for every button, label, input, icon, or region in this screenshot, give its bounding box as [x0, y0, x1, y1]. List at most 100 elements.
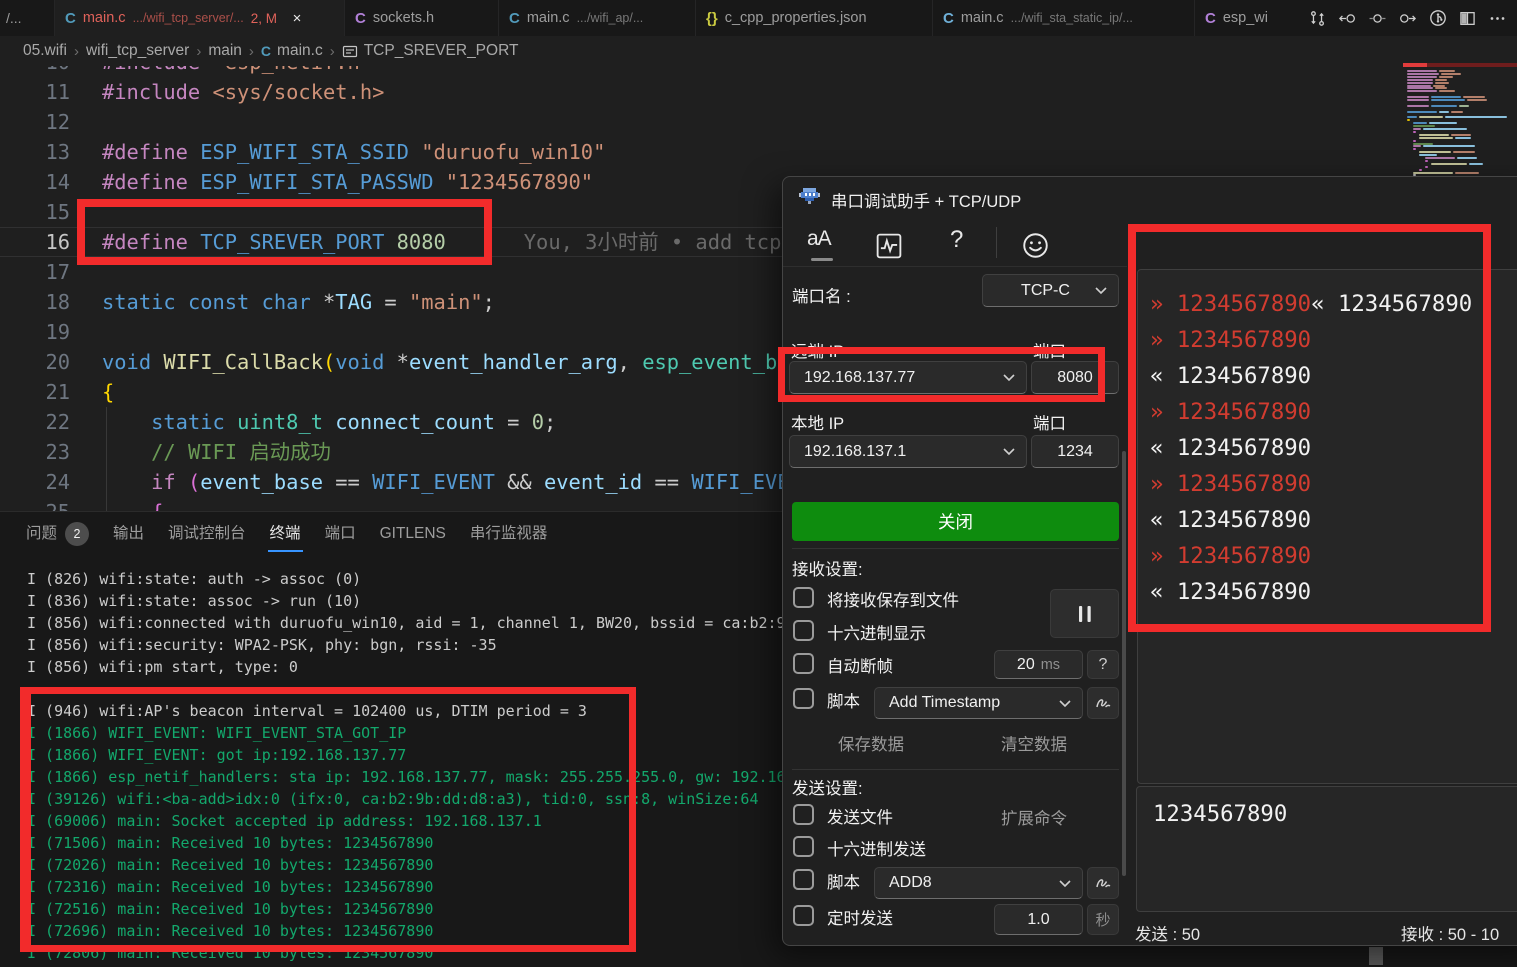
- save-to-file-checkbox[interactable]: [793, 587, 814, 608]
- tab-label: esp_wi: [1223, 10, 1268, 26]
- breadcrumb-separator-icon: ›: [74, 43, 79, 60]
- recv-script-edit-button[interactable]: [1087, 687, 1119, 719]
- panel-tab-label: 问题: [26, 516, 57, 552]
- panel-tab-问题[interactable]: 问题2: [26, 516, 89, 552]
- minimap[interactable]: [1403, 63, 1517, 176]
- close-tab-icon[interactable]: ×: [287, 8, 307, 28]
- symbol-icon: [342, 44, 358, 59]
- tab-overflow[interactable]: /...: [0, 0, 55, 36]
- previous-change-icon[interactable]: [1336, 7, 1359, 30]
- send-script-edit-button[interactable]: [1087, 867, 1119, 899]
- tool-title: 串口调试助手 + TCP/UDP: [831, 188, 1021, 212]
- hex-send-checkbox[interactable]: [793, 836, 814, 857]
- panel-tab-端口[interactable]: 端口: [325, 516, 356, 552]
- serial-app-icon: [799, 187, 820, 210]
- tab-label: c_cpp_properties.json: [725, 10, 867, 26]
- line-number: 19: [0, 317, 70, 347]
- status-sent-count: 发送 : 50: [1135, 921, 1200, 945]
- breadcrumb-separator-icon: ›: [196, 43, 201, 60]
- panel-tab-调试控制台[interactable]: 调试控制台: [168, 516, 246, 552]
- editor-tab-sockets.h[interactable]: Csockets.h: [345, 0, 499, 36]
- local-port-label: 端口: [1033, 410, 1066, 434]
- ext-cmd-link[interactable]: 扩展命令: [1001, 805, 1067, 829]
- line-number: 11: [0, 77, 70, 107]
- breadcrumb-item[interactable]: wifi_tcp_server: [86, 42, 189, 60]
- git-compare-icon[interactable]: [1306, 7, 1329, 30]
- panel-tab-label: GITLENS: [380, 516, 446, 552]
- editor-tab-main.c.../wifi_tcp_server/...[interactable]: Cmain.c.../wifi_tcp_server/...2, M×: [55, 0, 345, 36]
- next-change-icon[interactable]: [1396, 7, 1419, 30]
- section-divider: [792, 548, 1119, 549]
- send-file-label: 发送文件: [827, 804, 893, 828]
- toolbar-divider: [783, 266, 1127, 267]
- toolbar-separator: [996, 227, 997, 258]
- split-editor-icon[interactable]: [1456, 7, 1479, 30]
- section-divider: [792, 769, 1119, 770]
- line-number: 21: [0, 377, 70, 407]
- interval-input[interactable]: 1.0: [994, 904, 1083, 935]
- annotation-rect-terminal-log: [20, 687, 636, 952]
- line-number: 22: [0, 407, 70, 437]
- receive-settings-label: 接收设置:: [792, 556, 863, 580]
- interval-unit-button: 秒: [1087, 904, 1119, 935]
- frame-ms-input[interactable]: 20ms: [994, 650, 1083, 679]
- recv-script-label: 脚本: [827, 688, 860, 712]
- breadcrumb-symbol[interactable]: TCP_SREVER_PORT: [364, 42, 519, 60]
- line-number: 23: [0, 437, 70, 467]
- panel-tab-GITLENS[interactable]: GITLENS: [380, 516, 446, 552]
- panel-tab-终端[interactable]: 终端: [270, 516, 301, 552]
- terminal-scrollbar-thumb[interactable]: [1369, 947, 1383, 965]
- editor-tab-main.c.../wifi_ap/...[interactable]: Cmain.c.../wifi_ap/...: [499, 0, 696, 36]
- line-number: 12: [0, 107, 70, 137]
- send-script-select[interactable]: ADD8: [874, 867, 1083, 899]
- hex-display-checkbox[interactable]: [793, 620, 814, 641]
- breadcrumb-item[interactable]: 05.wifi: [23, 42, 67, 60]
- local-port-input[interactable]: 1234: [1031, 435, 1119, 468]
- port-name-label: 端口名 :: [792, 283, 851, 307]
- history-icon[interactable]: [1426, 7, 1449, 30]
- panel-tab-输出[interactable]: 输出: [113, 516, 144, 552]
- line-number: 14: [0, 167, 70, 197]
- save-data-link[interactable]: 保存数据: [838, 731, 904, 755]
- c-file-icon: C: [355, 10, 366, 27]
- minimap-red-marker-hot: [1403, 63, 1427, 67]
- c-file-icon: C: [65, 10, 76, 27]
- frame-help-button[interactable]: ?: [1087, 650, 1119, 679]
- send-script-checkbox[interactable]: [793, 869, 814, 890]
- tab-label: main.c: [83, 10, 126, 26]
- breadcrumb-file[interactable]: main.c: [277, 42, 323, 60]
- clear-data-link[interactable]: 清空数据: [1001, 731, 1067, 755]
- send-text: 1234567890: [1153, 801, 1517, 827]
- emoji-icon[interactable]: [1022, 232, 1049, 264]
- line-number: 25: [0, 497, 70, 511]
- auto-frame-checkbox[interactable]: [793, 653, 814, 674]
- pause-button[interactable]: [1050, 589, 1119, 638]
- c-file-icon: C: [509, 10, 520, 27]
- tab-label: main.c: [527, 10, 570, 26]
- editor-tab-main.c.../wifi_sta_static_ip/...[interactable]: Cmain.c.../wifi_sta_static_ip/...: [933, 0, 1195, 36]
- font-settings-icon[interactable]: aA: [807, 227, 831, 251]
- send-data-area[interactable]: 1234567890: [1136, 786, 1517, 912]
- recv-script-select[interactable]: Add Timestamp: [874, 687, 1083, 719]
- c-file-icon: C: [261, 43, 271, 59]
- change-icon[interactable]: [1366, 7, 1389, 30]
- local-ip-select[interactable]: 192.168.137.1: [789, 435, 1027, 468]
- timed-send-checkbox[interactable]: [793, 905, 814, 926]
- panel-tab-label: 端口: [325, 516, 356, 552]
- recv-script-checkbox[interactable]: [793, 688, 814, 709]
- panel-tab-串行监视器[interactable]: 串行监视器: [470, 516, 548, 552]
- line-number: 18: [0, 287, 70, 317]
- editor-tab-esp_wi[interactable]: Cesp_wi: [1195, 0, 1305, 36]
- font-settings-active-underline: [811, 258, 833, 261]
- annotation-rect-remote-ip: [778, 347, 1105, 402]
- port-name-select[interactable]: TCP-C: [982, 274, 1119, 307]
- code-line-13: 13#define ESP_WIFI_STA_SSID "duruofu_win…: [0, 137, 1403, 167]
- breadcrumb-item[interactable]: main: [208, 42, 242, 60]
- help-icon[interactable]: ?: [950, 226, 963, 254]
- chart-icon[interactable]: [876, 233, 902, 264]
- close-connection-button[interactable]: 关闭: [792, 502, 1119, 541]
- tool-scrollbar[interactable]: [1122, 451, 1126, 876]
- send-file-checkbox[interactable]: [793, 804, 814, 825]
- editor-tab-c_cpp_properties.json[interactable]: {}c_cpp_properties.json: [696, 0, 933, 36]
- more-actions-icon[interactable]: [1486, 7, 1509, 30]
